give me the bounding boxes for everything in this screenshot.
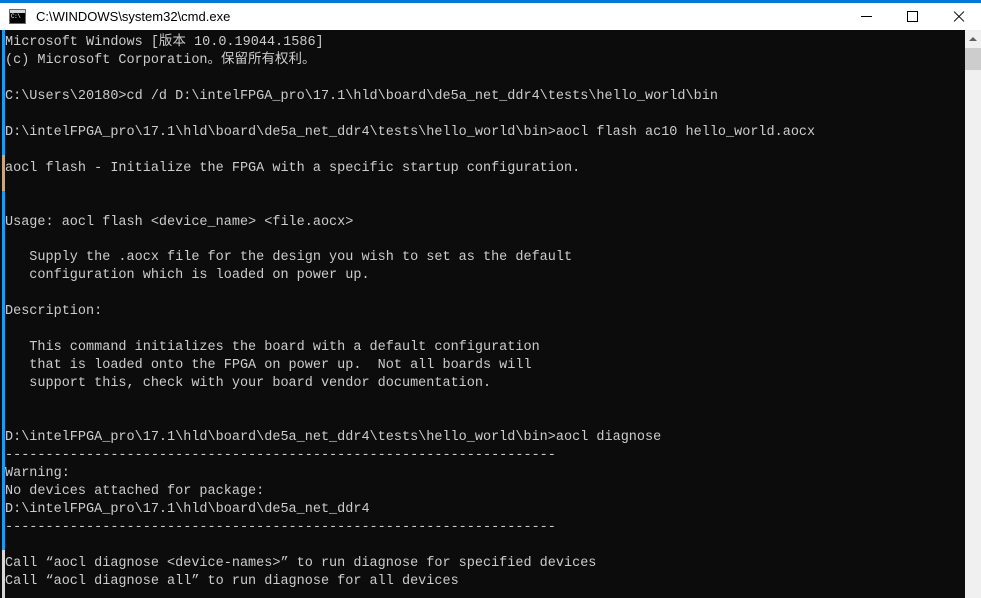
cmd-window: C:\WINDOWS\system32\cmd.exe Microsoft Wi… (0, 0, 981, 598)
console-output-area[interactable]: Microsoft Windows [版本 10.0.19044.1586] (… (0, 30, 981, 598)
minimize-button[interactable] (843, 3, 889, 30)
scrollbar-thumb[interactable] (965, 48, 981, 70)
left-edge-strip (2, 30, 5, 598)
close-button[interactable] (935, 3, 981, 30)
left-edge-strip-accent (2, 155, 5, 191)
vertical-scrollbar[interactable] (964, 30, 981, 598)
terminal-text: Microsoft Windows [版本 10.0.19044.1586] (… (5, 35, 816, 589)
cmd-console-icon (9, 9, 26, 24)
title-bar[interactable]: C:\WINDOWS\system32\cmd.exe (0, 0, 981, 30)
window-title: C:\WINDOWS\system32\cmd.exe (36, 9, 231, 24)
maximize-button[interactable] (889, 3, 935, 30)
maximize-icon (906, 11, 918, 22)
title-bar-left: C:\WINDOWS\system32\cmd.exe (0, 9, 843, 24)
scroll-up-arrow-icon[interactable] (965, 30, 981, 47)
minimize-icon (860, 16, 872, 17)
left-edge-strip-lower (2, 550, 5, 598)
window-controls (843, 3, 981, 30)
close-icon (952, 10, 965, 23)
